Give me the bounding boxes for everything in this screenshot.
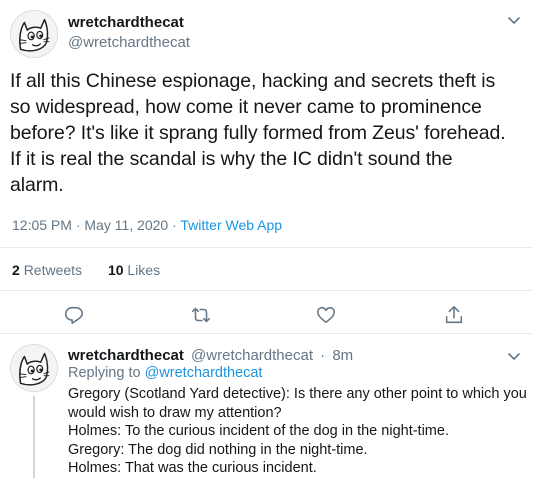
thread-line — [33, 396, 35, 478]
separator-dot: · — [320, 347, 326, 364]
separator-dot: · — [172, 217, 177, 233]
reply-text-line: Holmes: That was the curious incident. — [68, 460, 317, 476]
reply-header: wretchardthecat @wretchardthecat · 8m — [68, 347, 353, 364]
divider — [0, 290, 533, 291]
tweet-text: If all this Chinese espionage, hacking a… — [10, 68, 526, 198]
reply-text-line: Gregory (Scotland Yard detective): Is th… — [68, 386, 527, 402]
tweet-text-line: before? It's like it sprang fully formed… — [10, 122, 506, 144]
retweets-stat[interactable]: 2 Retweets — [12, 262, 82, 278]
reply-text-line: Gregory: The dog did nothing in the nigh… — [68, 441, 368, 458]
tweet-actions — [0, 300, 533, 330]
reply-tweet[interactable]: wretchardthecat @wretchardthecat · 8m Re… — [0, 334, 533, 478]
replying-to-mention[interactable]: @wretchardthecat — [145, 365, 263, 381]
reply-icon[interactable] — [63, 304, 85, 326]
chevron-down-icon[interactable] — [504, 10, 524, 30]
author-handle[interactable]: @wretchardthecat — [191, 347, 313, 364]
reply-text-line: Holmes: To the curious incident of the d… — [68, 423, 449, 439]
likes-stat[interactable]: 10 Likes — [108, 262, 160, 278]
separator-dot: · — [75, 217, 81, 233]
retweet-icon[interactable] — [190, 304, 212, 326]
share-icon[interactable] — [443, 304, 465, 326]
retweets-label: Retweets — [23, 262, 83, 278]
author-display-name[interactable]: wretchardthecat — [68, 347, 184, 364]
reply-text-line: would wish to draw my attention? — [68, 404, 282, 421]
divider — [0, 247, 533, 248]
like-icon[interactable] — [315, 304, 337, 326]
tweet-stats: 2 Retweets 10 Likes — [12, 262, 182, 278]
reply-text: Gregory (Scotland Yard detective): Is th… — [68, 385, 530, 478]
tweet-text-line: alarm. — [10, 174, 64, 196]
likes-count: 10 — [107, 262, 124, 278]
author-handle[interactable]: @wretchardthecat — [68, 34, 190, 51]
likes-label: Likes — [127, 262, 161, 278]
replying-to: Replying to @wretchardthecat — [68, 365, 262, 381]
tweet-text-line: If it is real the scandal is why the IC … — [10, 148, 453, 170]
retweets-count: 2 — [12, 262, 20, 278]
tweet-text-line: so widespread, how come it never came to… — [10, 96, 482, 118]
tweet-age[interactable]: 8m — [332, 347, 353, 364]
avatar[interactable] — [10, 344, 58, 392]
tweet-date[interactable]: May 11, 2020 — [84, 217, 168, 233]
main-tweet: wretchardthecat @wretchardthecat If all … — [0, 0, 533, 334]
replying-to-label: Replying to — [68, 365, 141, 381]
cat-avatar-icon — [11, 11, 57, 57]
tweet-text-line: If all this Chinese espionage, hacking a… — [10, 70, 496, 92]
cat-avatar-icon — [11, 345, 57, 391]
author-display-name[interactable]: wretchardthecat — [68, 14, 184, 31]
avatar[interactable] — [10, 10, 58, 58]
tweet-metadata: 12:05 PM · May 11, 2020 · Twitter Web Ap… — [12, 217, 282, 233]
tweet-source-link[interactable]: Twitter Web App — [180, 217, 282, 233]
tweet-time[interactable]: 12:05 PM — [12, 217, 72, 233]
chevron-down-icon[interactable] — [504, 346, 524, 366]
